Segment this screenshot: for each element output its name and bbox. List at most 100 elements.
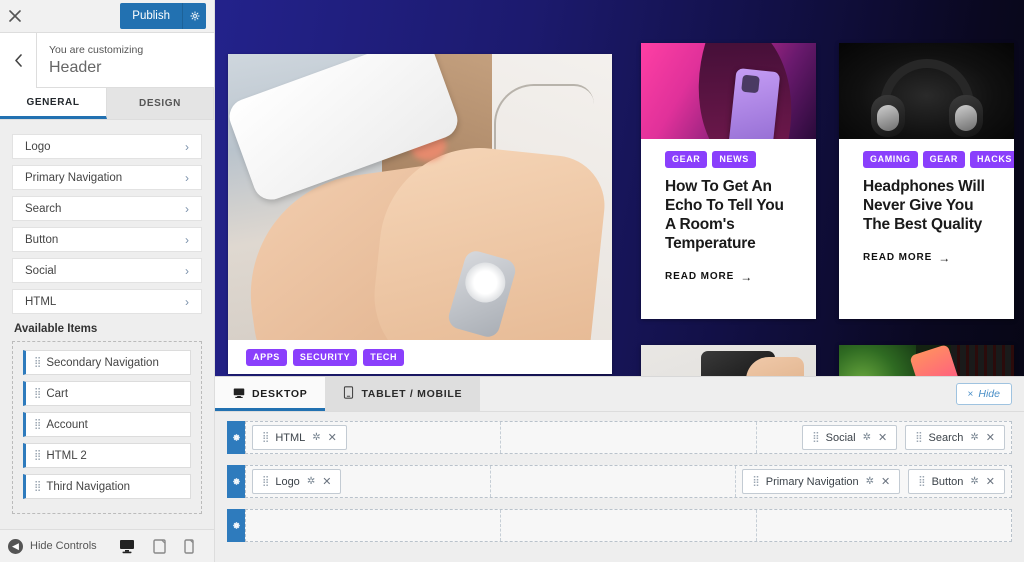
chip-remove-icon[interactable]: ✕	[322, 475, 331, 488]
drag-handle-icon[interactable]: ⣿	[34, 419, 41, 429]
chip-gear-icon[interactable]: ✲	[863, 432, 871, 443]
publish-settings-gear-icon[interactable]	[182, 3, 206, 29]
available-item-secondary-navigation[interactable]: ⣿ Secondary Navigation	[23, 350, 191, 375]
row-settings-gear-icon[interactable]	[227, 509, 245, 542]
sidebar-item-social[interactable]: Social ›	[12, 258, 202, 283]
hero-tag[interactable]: APPS	[246, 348, 287, 366]
drag-handle-icon[interactable]: ⣿	[752, 476, 759, 486]
hero-featured-post[interactable]: APPS SECURITY TECH	[228, 54, 612, 374]
drag-handle-icon[interactable]: ⣿	[34, 388, 41, 398]
mobile-view-icon[interactable]	[184, 538, 194, 554]
available-items-dropzone[interactable]: ⣿ Secondary Navigation ⣿ Cart ⣿ Account …	[12, 341, 202, 514]
sidebar-item-primary-navigation[interactable]: Primary Navigation ›	[12, 165, 202, 190]
card-title[interactable]: Headphones Will Never Give You The Best …	[863, 178, 990, 235]
chip-remove-icon[interactable]: ✕	[986, 475, 995, 488]
tab-general[interactable]: GENERAL	[0, 88, 107, 119]
tab-desktop[interactable]: DESKTOP	[215, 377, 326, 411]
card-tag[interactable]: GAMING	[863, 151, 918, 168]
chip-remove-icon[interactable]: ✕	[878, 431, 887, 444]
tablet-view-icon[interactable]	[153, 538, 166, 554]
hide-controls-button[interactable]: ◀ Hide Controls	[8, 538, 97, 554]
chip-gear-icon[interactable]: ✲	[970, 476, 978, 487]
hero-tag[interactable]: TECH	[363, 348, 405, 366]
available-item-third-navigation[interactable]: ⣿ Third Navigation	[23, 474, 191, 499]
zone-right[interactable]: ⣿ Primary Navigation ✲ ✕ ⣿ Button ✲ ✕	[736, 466, 1011, 497]
card-tag[interactable]: GEAR	[665, 151, 708, 168]
chip-gear-icon[interactable]: ✲	[866, 476, 874, 487]
tab-tablet-mobile-label: TABLET / MOBILE	[361, 388, 463, 400]
panel-title: Header	[49, 58, 102, 76]
builder-chip-search[interactable]: ⣿ Search ✲ ✕	[905, 425, 1005, 450]
drag-handle-icon[interactable]: ⣿	[262, 476, 269, 486]
post-card[interactable]: GEAR NEWS How To Get An Echo To Tell You…	[641, 43, 816, 319]
drag-handle-icon[interactable]: ⣿	[918, 476, 925, 486]
chip-remove-icon[interactable]: ✕	[881, 475, 890, 488]
zone-right[interactable]	[757, 510, 1011, 541]
drag-handle-icon[interactable]: ⣿	[34, 481, 41, 491]
available-item-label: Cart	[46, 387, 69, 400]
read-more-link[interactable]: READ MORE →	[665, 270, 792, 284]
row-settings-gear-icon[interactable]	[227, 465, 245, 498]
desktop-icon	[233, 387, 245, 402]
zone-center[interactable]	[501, 422, 757, 453]
card-title[interactable]: How To Get An Echo To Tell You A Room's …	[665, 178, 792, 254]
drag-handle-icon[interactable]: ⣿	[812, 432, 819, 442]
builder-chip-logo[interactable]: ⣿ Logo ✲ ✕	[252, 469, 342, 494]
sidebar-item-button[interactable]: Button ›	[12, 227, 202, 252]
row-settings-gear-icon[interactable]	[227, 421, 245, 454]
arrow-right-icon: →	[938, 250, 952, 265]
drag-handle-icon[interactable]: ⣿	[34, 357, 41, 367]
publish-button[interactable]: Publish	[120, 3, 182, 29]
drag-handle-icon[interactable]: ⣿	[915, 432, 922, 442]
builder-chip-html[interactable]: ⣿ HTML ✲ ✕	[252, 425, 347, 450]
sidebar-item-logo[interactable]: Logo ›	[12, 134, 202, 159]
hide-builder-label: Hide	[978, 388, 1000, 400]
chip-gear-icon[interactable]: ✲	[970, 432, 978, 443]
post-card[interactable]: GAMING GEAR HACKS Headphones Will Never …	[839, 43, 1014, 319]
chip-label: Primary Navigation	[765, 475, 859, 488]
tab-design[interactable]: DESIGN	[107, 88, 214, 119]
hero-tag[interactable]: SECURITY	[292, 348, 358, 366]
chevron-right-icon: ›	[185, 170, 189, 185]
available-item-account[interactable]: ⣿ Account	[23, 412, 191, 437]
builder-chip-social[interactable]: ⣿ Social ✲ ✕	[802, 425, 898, 450]
chip-gear-icon[interactable]: ✲	[312, 432, 320, 443]
zone-left[interactable]	[246, 510, 502, 541]
card-tag[interactable]: GEAR	[922, 151, 966, 168]
tab-tablet-mobile[interactable]: TABLET / MOBILE	[325, 377, 481, 411]
chip-gear-icon[interactable]: ✲	[307, 476, 315, 487]
card-tag-row: GEAR NEWS	[665, 151, 792, 168]
builder-chip-primary-navigation[interactable]: ⣿ Primary Navigation ✲ ✕	[742, 469, 901, 494]
available-item-html-2[interactable]: ⣿ HTML 2	[23, 443, 191, 468]
chevron-right-icon: ›	[185, 294, 189, 309]
chip-label: HTML	[275, 431, 306, 444]
zone-center[interactable]	[501, 510, 757, 541]
zone-center[interactable]	[491, 466, 737, 497]
read-more-link[interactable]: READ MORE →	[863, 251, 990, 265]
zone-right[interactable]: ⣿ Social ✲ ✕ ⣿ Search ✲ ✕	[757, 422, 1011, 453]
zone-left[interactable]: ⣿ Logo ✲ ✕	[246, 466, 492, 497]
row-zones: ⣿ HTML ✲ ✕ ⣿ Social ✲ ✕ ⣿ Search ✲ ✕	[245, 421, 1012, 454]
zone-left[interactable]: ⣿ HTML ✲ ✕	[246, 422, 502, 453]
close-icon: ×	[967, 388, 974, 400]
builder-chip-button[interactable]: ⣿ Button ✲ ✕	[908, 469, 1006, 494]
back-button[interactable]	[0, 32, 37, 88]
panel-row-label: Search	[25, 202, 62, 215]
chevron-right-icon: ›	[185, 201, 189, 216]
sidebar-footer: ◀ Hide Controls	[0, 529, 214, 562]
desktop-view-icon[interactable]	[119, 539, 135, 554]
available-item-label: HTML 2	[46, 449, 87, 462]
drag-handle-icon[interactable]: ⣿	[262, 432, 269, 442]
card-tag[interactable]: HACKS	[970, 151, 1014, 168]
sidebar-item-html[interactable]: HTML ›	[12, 289, 202, 314]
card-tag[interactable]: NEWS	[712, 151, 756, 168]
panel-row-label: Button	[25, 233, 59, 246]
chip-remove-icon[interactable]: ✕	[986, 431, 995, 444]
sidebar-item-search[interactable]: Search ›	[12, 196, 202, 221]
builder-device-tabs: DESKTOP TABLET / MOBILE × Hide	[215, 377, 1024, 412]
drag-handle-icon[interactable]: ⣿	[34, 450, 41, 460]
chip-remove-icon[interactable]: ✕	[328, 431, 337, 444]
hide-builder-button[interactable]: × Hide	[955, 383, 1012, 405]
available-item-cart[interactable]: ⣿ Cart	[23, 381, 191, 406]
close-customizer-button[interactable]	[0, 0, 30, 32]
